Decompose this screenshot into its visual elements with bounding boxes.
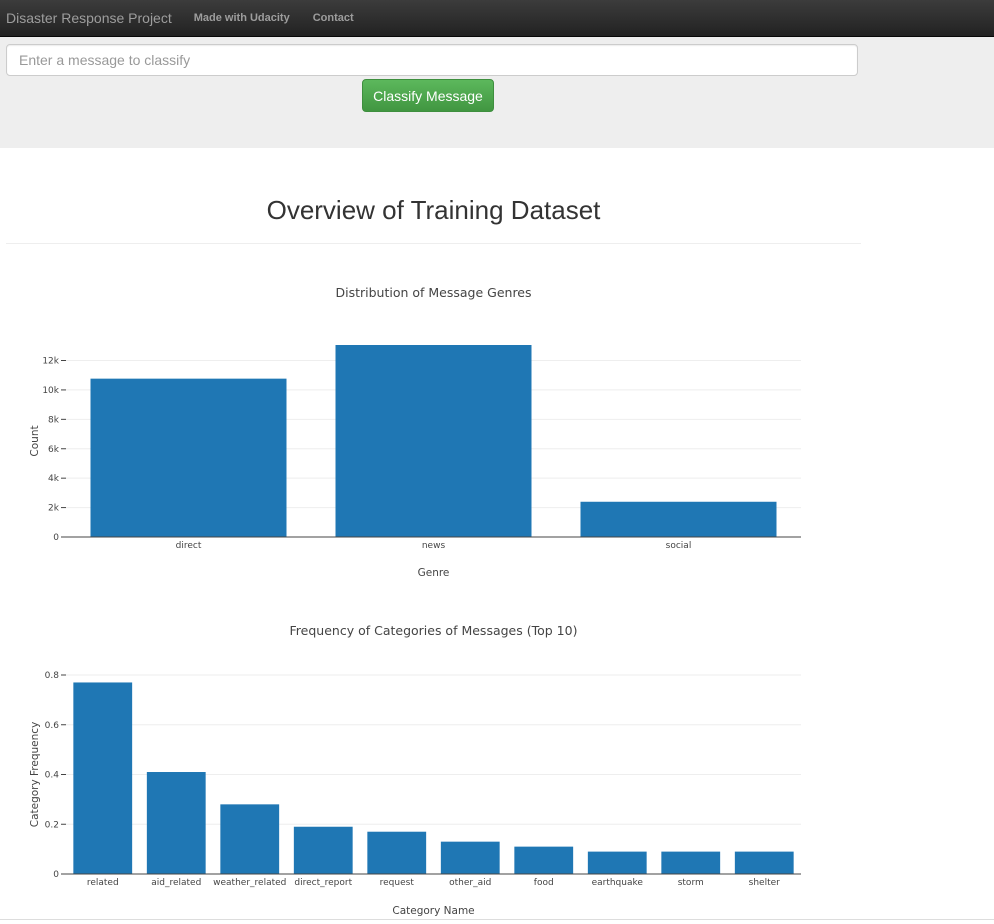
chart-0-y-tick-label: 12k xyxy=(42,357,59,367)
nav-link-contact[interactable]: Contact xyxy=(313,12,354,24)
chart-1-bar xyxy=(73,682,133,874)
message-input[interactable] xyxy=(6,44,858,76)
chart-1-bar xyxy=(661,851,721,874)
chart-1-bar xyxy=(440,841,500,874)
chart-1-x-tick-label: shelter xyxy=(749,878,780,888)
chart-1-x-tick-label: earthquake xyxy=(592,878,644,888)
chart-0-y-tick-label: 6k xyxy=(48,445,60,455)
chart-1-bar xyxy=(220,804,280,874)
chart-1-x-tick-label: storm xyxy=(678,878,704,888)
chart-0-bar xyxy=(580,501,777,537)
chart-1-x-tick-label: request xyxy=(380,878,415,888)
chart-1-bar xyxy=(514,846,574,874)
chart-1-x-tick-label: other_aid xyxy=(449,878,491,888)
chart-1-x-tick-label: direct_report xyxy=(294,878,352,888)
chart-0-y-tick-label: 8k xyxy=(48,415,60,425)
genre-distribution-chart: Distribution of Message Genres 0 2k 4k 6k 8k 1… xyxy=(29,285,801,579)
chart-0-x-axis-label: Genre xyxy=(418,567,450,579)
chart-0-y-tick-label: 4k xyxy=(48,474,60,484)
chart-1-y-axis-label: Category Frequency xyxy=(29,722,41,828)
chart-1-x-axis-label: Category Name xyxy=(392,905,474,917)
chart-0-y-tick-label: 10k xyxy=(42,386,59,396)
nav-link-made-with-udacity[interactable]: Made with Udacity xyxy=(194,12,290,24)
chart-1-y-tick-label: 0.8 xyxy=(45,671,60,681)
chart-0-y-tick-label: 0 xyxy=(53,533,59,543)
chart-1-x-tick-label: food xyxy=(534,878,554,888)
chart-1-y-tick-label: 0.6 xyxy=(45,721,60,731)
chart-0-x-tick-label: social xyxy=(666,541,692,551)
chart-0-y-axis-label: Count xyxy=(29,425,41,456)
message-form-panel: Classify Message xyxy=(0,37,994,148)
chart-0-x-tick-label: direct xyxy=(176,541,202,551)
chart-0-x-tick-label: news xyxy=(422,541,446,551)
chart-0-bar xyxy=(90,378,287,537)
title-divider xyxy=(6,243,861,244)
chart-1-bar xyxy=(587,851,647,874)
chart-1-bar xyxy=(367,831,427,874)
chart-1-bar xyxy=(293,826,353,874)
navbar: Disaster Response Project Made with Udac… xyxy=(0,0,994,37)
page-bottom-border xyxy=(0,919,994,920)
classify-message-button[interactable]: Classify Message xyxy=(362,79,494,112)
category-frequency-chart: Frequency of Categories of Messages (Top… xyxy=(29,623,801,917)
chart-1-y-tick-label: 0.2 xyxy=(45,820,59,830)
chart-1-bar xyxy=(734,851,794,874)
chart-0-title: Distribution of Message Genres xyxy=(335,285,531,300)
page-title: Overview of Training Dataset xyxy=(266,195,601,225)
chart-0-y-tick-label: 2k xyxy=(48,504,60,514)
chart-1-x-tick-label: aid_related xyxy=(151,878,201,888)
chart-1-x-tick-label: weather_related xyxy=(213,878,286,888)
chart-0-bar xyxy=(335,345,532,537)
chart-1-bar xyxy=(146,772,206,874)
chart-1-title: Frequency of Categories of Messages (Top… xyxy=(290,623,578,638)
chart-1-x-tick-label: related xyxy=(87,878,119,888)
chart-1-y-tick-label: 0 xyxy=(53,870,59,880)
chart-1-y-tick-label: 0.4 xyxy=(45,771,60,781)
brand-link[interactable]: Disaster Response Project xyxy=(6,10,172,26)
